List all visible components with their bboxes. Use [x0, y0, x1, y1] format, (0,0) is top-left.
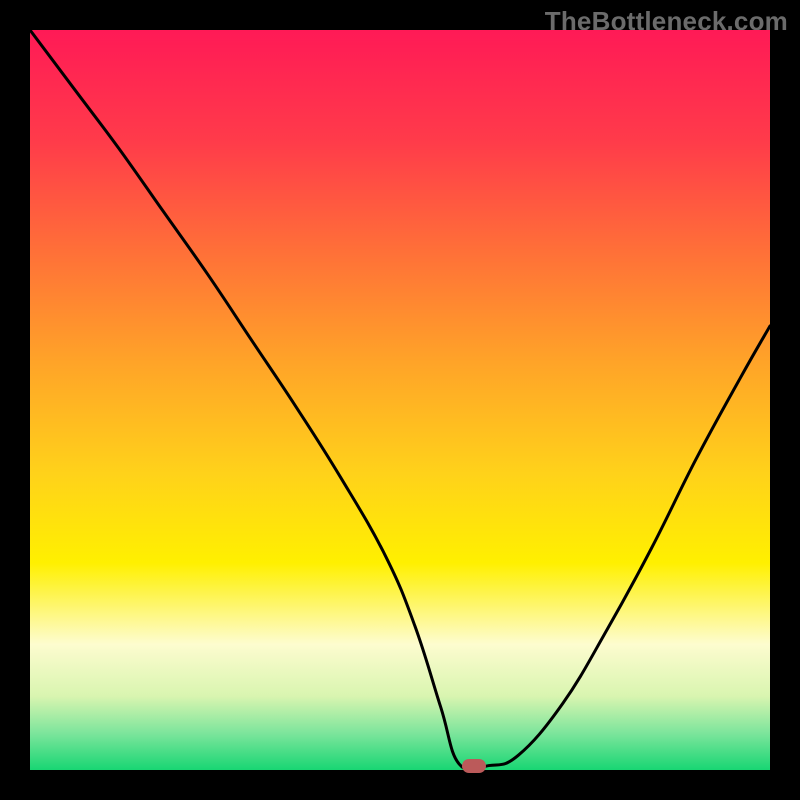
- plot-area: [30, 30, 770, 770]
- gradient-rect: [30, 30, 770, 770]
- plot-svg: [30, 30, 770, 770]
- min-marker: [462, 759, 486, 773]
- chart-frame: TheBottleneck.com: [0, 0, 800, 800]
